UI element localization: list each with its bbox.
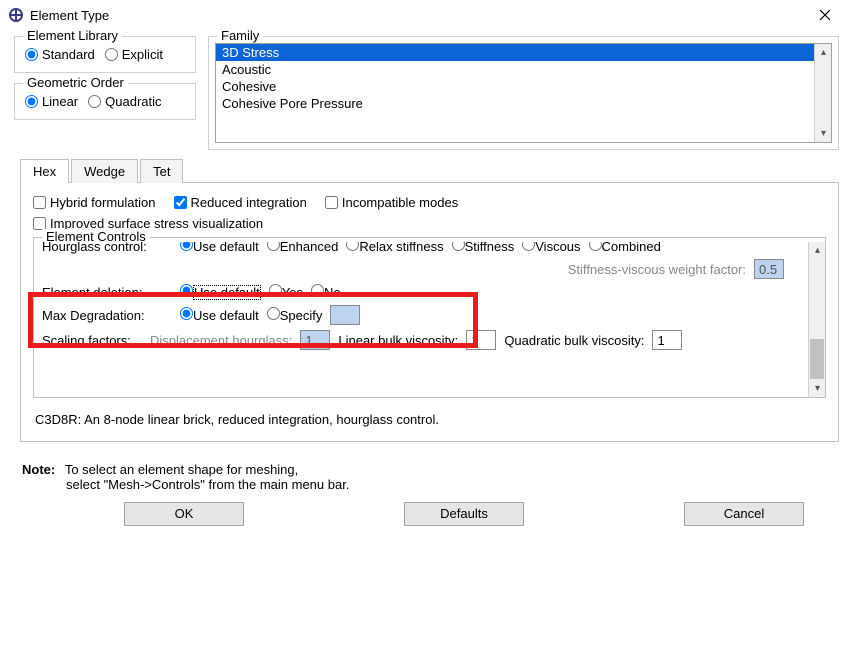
hourglass-label: Hourglass control: [42,242,172,254]
note-label: Note: [22,462,55,477]
disp-hourglass-input [300,330,330,350]
reduced-check[interactable]: Reduced integration [174,195,307,210]
linear-bulk-label: Linear bulk viscosity: [338,333,458,348]
element-description: C3D8R: An 8-node linear brick, reduced i… [35,412,824,427]
titlebar: Element Type [0,0,853,30]
element-deletion-label: Element deletion: [42,285,172,300]
max-degradation-usedefault[interactable]: Use default [180,307,259,323]
note-line2: select "Mesh->Controls" from the main me… [66,477,349,492]
linear-bulk-input[interactable] [466,330,496,350]
incompat-check[interactable]: Incompatible modes [325,195,458,210]
family-group: Family 3D Stress Acoustic Cohesive Cohes… [208,36,839,150]
family-item[interactable]: 3D Stress [216,44,814,61]
element-deletion-usedefault[interactable]: Use default [180,284,261,300]
element-library-title: Element Library [23,28,122,43]
ok-button[interactable]: OK [124,502,244,526]
app-icon [8,7,24,23]
element-deletion-yes[interactable]: Yes [269,284,303,300]
note: Note: To select an element shape for mes… [22,462,831,492]
tabs: Hex Wedge Tet [20,158,839,183]
scroll-up-icon[interactable]: ▴ [815,44,832,61]
svwf-input [754,259,784,279]
note-line1: To select an element shape for meshing, [65,462,298,477]
cancel-button[interactable]: Cancel [684,502,804,526]
scroll-up-icon[interactable]: ▴ [809,242,826,259]
family-scrollbar[interactable]: ▴ ▾ [814,44,831,142]
geometric-order-group: Geometric Order Linear Quadratic [14,83,196,120]
hourglass-viscous[interactable]: Viscous [522,242,580,254]
scroll-thumb[interactable] [810,339,824,379]
geometric-order-title: Geometric Order [23,75,128,90]
family-listbox[interactable]: 3D Stress Acoustic Cohesive Cohesive Por… [215,43,832,143]
tab-panel-hex: Hybrid formulation Reduced integration I… [20,183,839,442]
geometric-order-linear[interactable]: Linear [25,94,78,109]
geometric-order-quadratic[interactable]: Quadratic [88,94,161,109]
controls-scrollbar[interactable]: ▴ ▾ [808,242,825,397]
element-library-group: Element Library Standard Explicit [14,36,196,73]
disp-hourglass-label: Displacement hourglass: [150,333,292,348]
element-deletion-no[interactable]: No [311,284,341,300]
max-degradation-specify[interactable]: Specify [267,307,323,323]
hourglass-combined[interactable]: Combined [589,242,661,254]
scroll-down-icon[interactable]: ▾ [815,125,832,142]
defaults-button[interactable]: Defaults [404,502,524,526]
scroll-down-icon[interactable]: ▾ [809,380,826,397]
max-degradation-input [330,305,360,325]
quadratic-bulk-input[interactable] [652,330,682,350]
hourglass-enhanced[interactable]: Enhanced [267,242,339,254]
element-controls-group: Element Controls Hourglass control: Use … [33,237,826,398]
hourglass-usedefault[interactable]: Use default [180,242,259,254]
family-item[interactable]: Cohesive Pore Pressure [216,95,814,112]
window-title: Element Type [30,8,109,23]
svwf-label: Stiffness-viscous weight factor: [568,262,746,277]
family-item[interactable]: Cohesive [216,78,814,95]
tab-wedge[interactable]: Wedge [71,159,138,183]
family-item[interactable]: Acoustic [216,61,814,78]
hybrid-check[interactable]: Hybrid formulation [33,195,156,210]
element-library-standard[interactable]: Standard [25,47,95,62]
tab-hex[interactable]: Hex [20,159,69,183]
quadratic-bulk-label: Quadratic bulk viscosity: [504,333,644,348]
tab-tet[interactable]: Tet [140,159,183,183]
hourglass-stiffness[interactable]: Stiffness [452,242,515,254]
scaling-label: Scaling factors: [42,333,142,348]
button-bar: OK Defaults Cancel [14,502,839,534]
max-degradation-label: Max Degradation: [42,308,172,323]
family-title: Family [217,28,263,43]
element-library-explicit[interactable]: Explicit [105,47,163,62]
close-button[interactable] [805,2,845,28]
hourglass-relax[interactable]: Relax stiffness [346,242,443,254]
